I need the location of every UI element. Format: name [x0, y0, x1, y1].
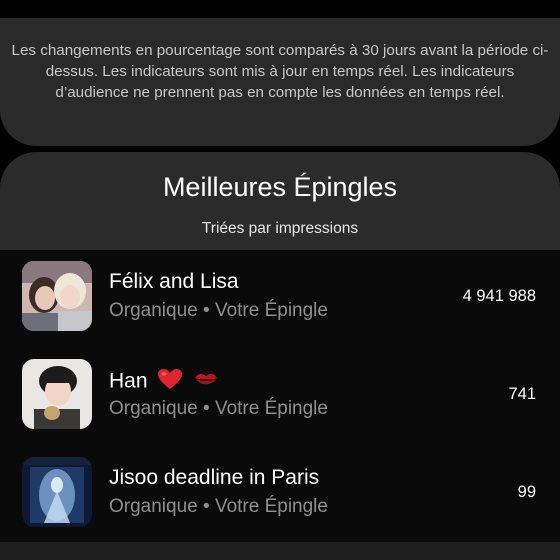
pin-thumbnail[interactable]: [22, 457, 92, 527]
kiss-mark-icon: [193, 368, 219, 396]
pin-impressions: 4 941 988: [462, 287, 536, 305]
info-card: Les changements en pourcentage sont comp…: [0, 18, 560, 146]
pin-thumbnail-image: [22, 261, 92, 331]
pin-impressions: 741: [508, 385, 536, 403]
info-text: Les changements en pourcentage sont comp…: [11, 42, 549, 101]
top-pins-title: Meilleures Épingles: [162, 172, 398, 202]
pin-row[interactable]: Félix and Lisa Organique • Votre Épingle…: [0, 250, 560, 331]
pin-subtitle: Organique • Votre Épingle: [109, 496, 328, 517]
pin-row[interactable]: Jisoo deadline in Paris Organique • Votr…: [0, 446, 560, 527]
bottom-section-edge: [0, 542, 560, 560]
pin-stats-screen: Les changements en pourcentage sont comp…: [0, 0, 560, 560]
pin-title-text: Han: [109, 369, 148, 393]
pin-impressions: 99: [517, 483, 536, 501]
pin-row[interactable]: Han Organique • Votre Épingle 741: [0, 348, 560, 429]
top-pins-subtitle: Triées par impressions: [201, 220, 359, 237]
pin-thumbnail[interactable]: [22, 261, 92, 331]
pin-title: Jisoo deadline in Paris: [109, 466, 320, 489]
pin-subtitle: Organique • Votre Épingle: [109, 398, 328, 419]
pin-thumbnail[interactable]: [22, 359, 92, 429]
pin-thumbnail-image: [22, 359, 92, 429]
pin-title: Han: [109, 368, 219, 396]
red-heart-icon: [157, 368, 183, 396]
pin-title: Félix and Lisa: [109, 270, 239, 293]
pin-subtitle: Organique • Votre Épingle: [109, 300, 328, 321]
top-pins-list: Félix and Lisa Organique • Votre Épingle…: [0, 250, 560, 542]
top-pins-header: Meilleures Épingles Triées par impressio…: [0, 152, 560, 262]
pin-thumbnail-image: [22, 457, 92, 527]
